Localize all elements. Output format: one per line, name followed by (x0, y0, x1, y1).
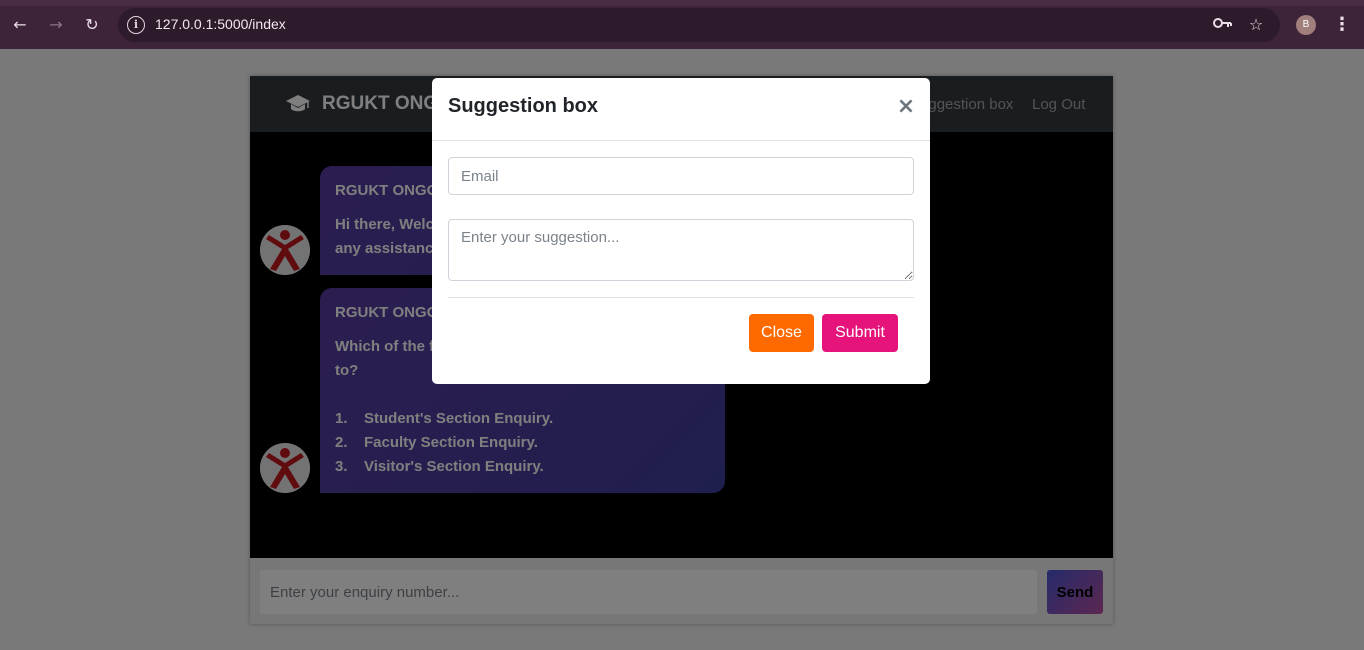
back-icon[interactable]: ← (9, 14, 31, 36)
divider (448, 297, 914, 298)
close-icon[interactable]: × (896, 94, 916, 120)
email-field[interactable] (448, 157, 914, 195)
browser-toolbar: ← → ↻ i 127.0.0.1:5000/index ☆ B ⋮ (0, 0, 1364, 49)
profile-avatar[interactable]: B (1296, 15, 1316, 35)
submit-button[interactable]: Submit (822, 314, 898, 352)
star-icon[interactable]: ☆ (1245, 14, 1267, 36)
suggestion-modal: Suggestion box × Close Submit (432, 78, 930, 384)
modal-title: Suggestion box (448, 95, 598, 117)
modal-header: Suggestion box × (432, 78, 930, 141)
url-text[interactable]: 127.0.0.1:5000/index (155, 16, 286, 32)
kebab-menu-icon[interactable]: ⋮ (1332, 13, 1352, 37)
address-bar[interactable]: i 127.0.0.1:5000/index ☆ (118, 8, 1280, 42)
forward-icon[interactable]: → (45, 14, 67, 36)
browser-tab-strip (0, 0, 1364, 6)
reload-icon[interactable]: ↻ (81, 14, 103, 36)
suggestion-textarea[interactable] (448, 219, 914, 281)
info-icon[interactable]: i (127, 16, 145, 34)
key-icon[interactable] (1212, 14, 1234, 36)
close-button[interactable]: Close (749, 314, 814, 352)
